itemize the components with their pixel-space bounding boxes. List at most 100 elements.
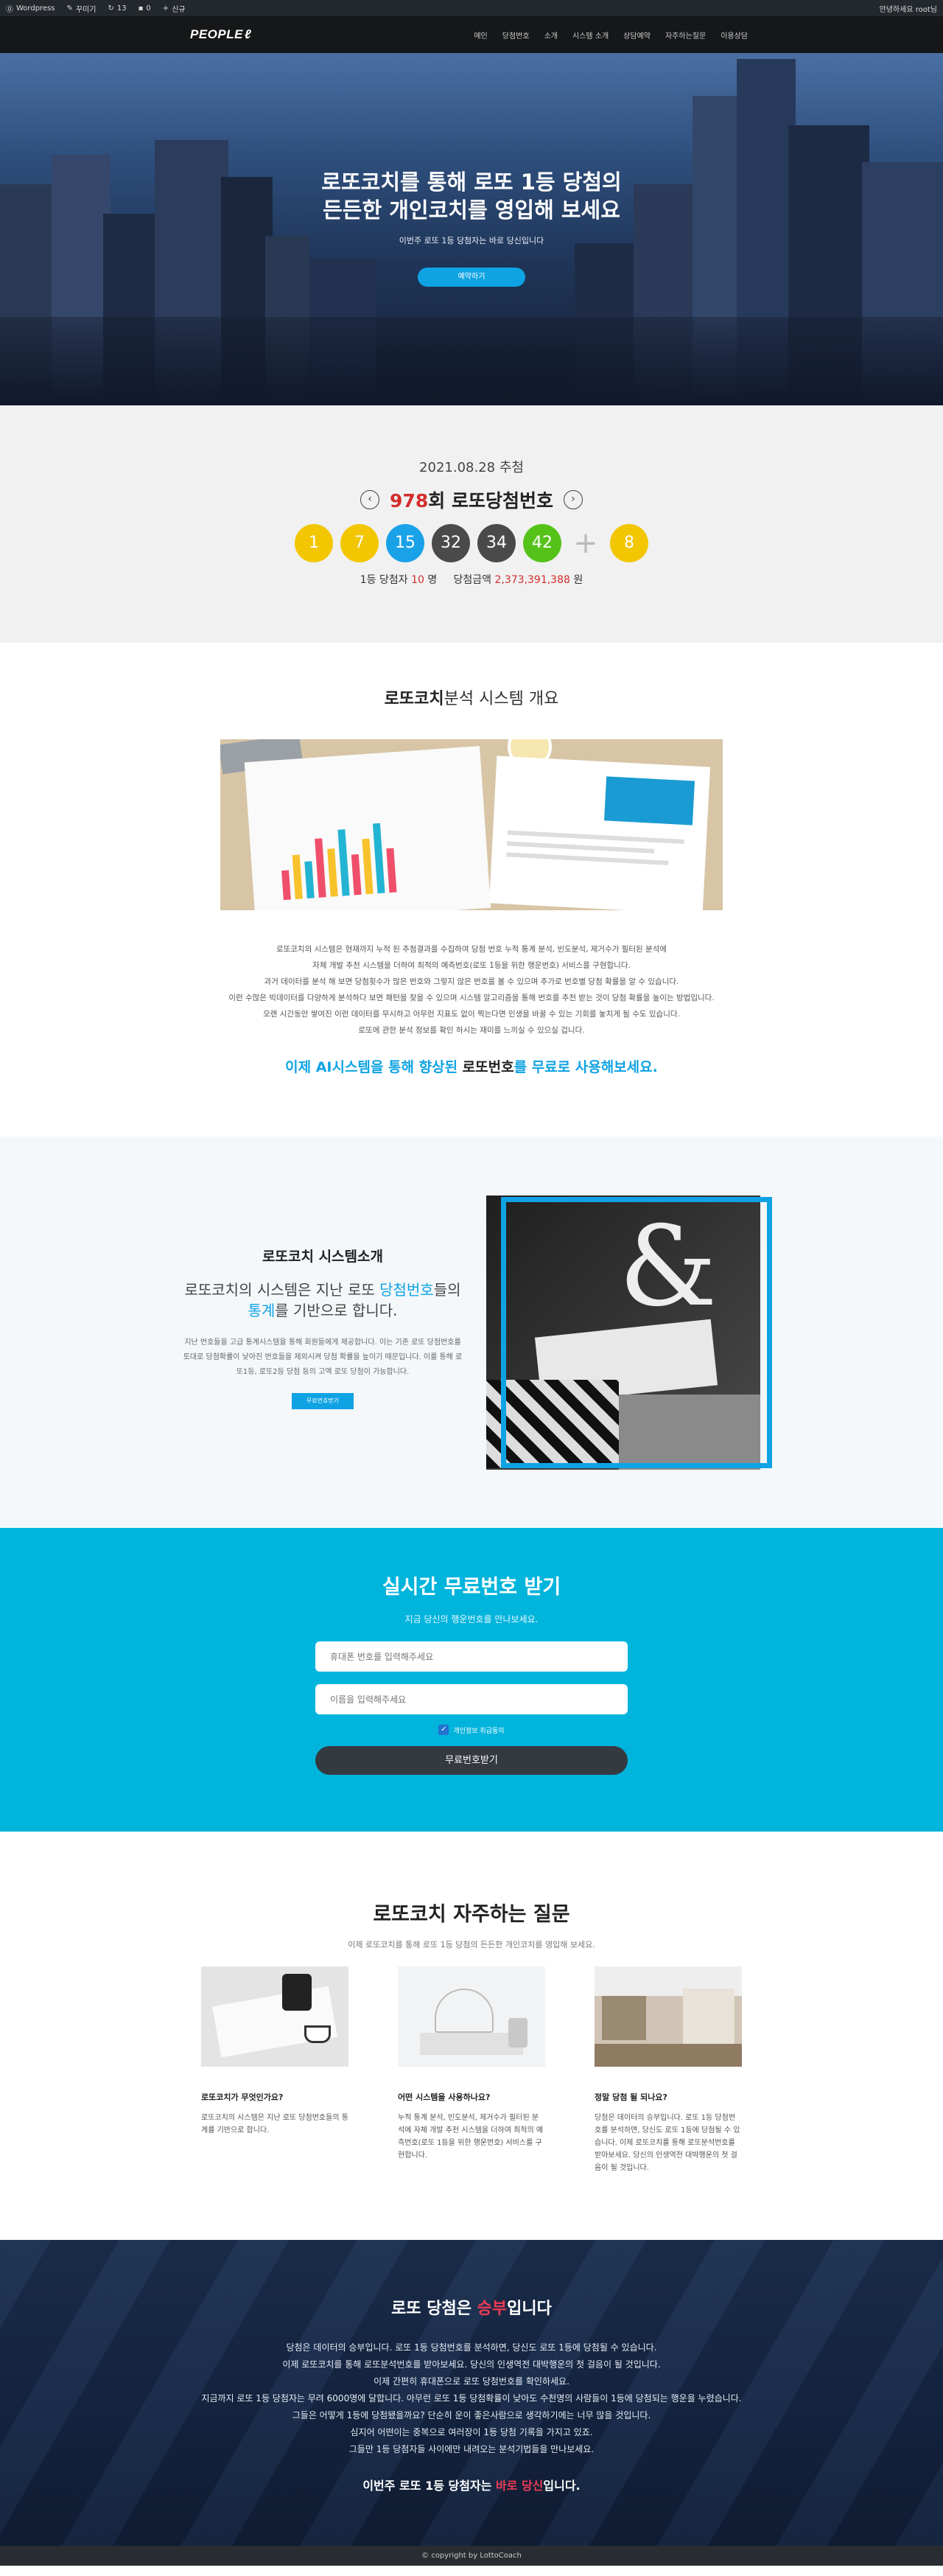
faq-subtitle: 이제 로또코치를 통해 로또 1등 당첨의 든든한 개인코치를 영입해 보세요. <box>348 1940 595 1950</box>
final-part-b: 바로 당신 <box>495 2479 544 2493</box>
faq-item: 어떤 시스템을 사용하나요? 누적 통계 분석, 빈도분석, 제거수가 필터된 … <box>398 1966 545 2174</box>
user-account-link[interactable]: 안녕하세요 root님 <box>880 3 937 14</box>
closing-section: 로또 당첨은 승부입니다 당첨은 데이터의 승부입니다. 로또 1등 당첨번호를… <box>0 2240 943 2546</box>
menu-item-about[interactable]: 소개 <box>537 29 565 41</box>
submit-button[interactable]: 무료번호받기 <box>315 1746 628 1775</box>
menu-item-consult[interactable]: 이용상담 <box>713 29 755 41</box>
lead-part-a: 로또코치의 시스템은 지난 로또 <box>184 1281 380 1299</box>
final-part-c: 입니다. <box>543 2479 581 2493</box>
image-frame <box>501 1197 772 1468</box>
round-title: 978회 로또당첨번호 <box>390 486 553 513</box>
closing-line: 당첨은 데이터의 승부입니다. 로또 1등 당첨번호를 분석하면, 당신도 로또… <box>286 2342 657 2353</box>
customize-link[interactable]: ✎ 꾸미기 <box>67 3 97 14</box>
updates-count: 13 <box>116 4 127 13</box>
closing-final: 이번주 로또 1등 당첨자는 바로 당신입니다. <box>0 2476 943 2493</box>
reserve-button[interactable]: 예약하기 <box>418 268 525 287</box>
faq-question: 어떤 시스템을 사용하나요? <box>398 2092 491 2102</box>
bonus-ball: 8 <box>610 524 648 562</box>
intro-title: 로또코치 시스템소개 <box>262 1249 383 1265</box>
phone-input[interactable] <box>315 1641 628 1672</box>
plus-icon: + <box>162 4 169 13</box>
closing-line: 그들은 어떻게 1등에 당첨됐을까요? 단순히 운이 좋은사람으로 생각하기에는… <box>292 2410 651 2420</box>
tagline-part-a: 이제 AI시스템을 통해 향상된 <box>285 1059 463 1075</box>
consent-label: 개인정보 취급동의 <box>453 1727 505 1735</box>
copyright-text: © copyright by LottoCoach <box>421 2552 522 2560</box>
closing-title-a: 로또 당첨은 <box>391 2300 477 2318</box>
ball-row: 1 7 15 32 34 42 + 8 <box>0 524 943 562</box>
winning-numbers-section: 2021.08.28 추첨 ‹ 978회 로또당첨번호 › 1 7 15 32 … <box>0 405 943 643</box>
tagline-part-b: 로또번호 <box>462 1059 514 1075</box>
chevron-left-icon[interactable]: ‹ <box>360 490 380 509</box>
draw-date: 2021.08.28 추첨 <box>419 460 524 475</box>
menu-item-winning-numbers[interactable]: 당첨번호 <box>495 29 537 41</box>
round-number: 978 <box>390 490 429 512</box>
overview-title-rest: 분석 시스템 개요 <box>444 690 559 708</box>
prize-label: 당첨금액 <box>453 574 492 586</box>
lotto-ball: 7 <box>340 524 379 562</box>
overview-line: 로또에 관한 분석 정보를 확인 하시는 재미를 느끼실 수 있으실 겁니다. <box>358 1026 585 1035</box>
closing-content: 로또 당첨은 승부입니다 당첨은 데이터의 승부입니다. 로또 1등 당첨번호를… <box>0 2295 943 2493</box>
faq-columns: 로또코치가 무엇인가요? 로또코치의 시스템은 지난 로또 당첨번호들의 통계를… <box>0 1966 943 2174</box>
updates-link[interactable]: ↻ 13 <box>108 4 127 13</box>
free-number-button[interactable]: 무료번호받기 <box>292 1393 354 1409</box>
lotto-ball: 34 <box>477 524 516 562</box>
closing-line: 이제 로또코치를 통해 로또분석번호를 받아보세요. 당신의 인생역전 대박행운… <box>282 2359 661 2370</box>
hero-title: 로또코치를 통해 로또 1등 당첨의든든한 개인코치를 영입해 보세요 <box>0 168 943 224</box>
lotto-ball: 15 <box>386 524 424 562</box>
hero-title-line1: 로또코치를 통해 로또 1등 당첨의 <box>321 170 622 195</box>
brush-icon: ✎ <box>66 4 73 13</box>
menu-item-main[interactable]: 메인 <box>466 29 494 41</box>
menu-item-system[interactable]: 시스템 소개 <box>565 29 616 41</box>
closing-line: 이제 간편히 휴대폰으로 로또 당첨번호를 확인하세요. <box>374 2376 569 2387</box>
final-part-a: 이번주 로또 1등 당첨자는 <box>362 2479 496 2493</box>
lead-part-e: 를 기반으로 합니다. <box>275 1302 398 1319</box>
system-intro-section: 로또코치 시스템소개 로또코치의 시스템은 지난 로또 당첨번호들의 통계를 기… <box>0 1137 943 1528</box>
prize-amount: 2,373,391,388 <box>494 574 570 586</box>
hero-subtitle: 이번주 로또 1등 당첨자는 바로 당신입니다 <box>399 236 544 245</box>
menu-item-faq[interactable]: 자주하는질문 <box>658 29 713 41</box>
lead-part-b: 당첨번호 <box>379 1281 434 1299</box>
intro-lead: 로또코치의 시스템은 지난 로또 당첨번호들의 통계를 기반으로 합니다. <box>183 1280 463 1321</box>
wordpress-menu[interactable]: ⓪ Wordpress <box>6 3 55 14</box>
logo-text: PEOPLE <box>190 27 243 41</box>
new-content-link[interactable]: + 신규 <box>163 3 186 14</box>
menu-item-booking[interactable]: 상담예약 <box>616 29 658 41</box>
closing-title: 로또 당첨은 승부입니다 <box>0 2295 943 2319</box>
free-title: 실시간 무료번호 받기 <box>382 1576 561 1599</box>
round-selector: ‹ 978회 로또당첨번호 › <box>0 486 943 513</box>
site-logo[interactable]: PEOPLE ℓ <box>190 27 251 42</box>
intro-body: 지난 번호들을 고급 통계시스템을 통해 회원들에게 제공합니다. 이는 기존 … <box>183 1338 463 1376</box>
wordpress-label: Wordpress <box>16 4 55 13</box>
lead-part-d: 통계 <box>248 1302 276 1319</box>
overview-line: 자체 개발 추천 시스템을 더하여 최적의 예측번호(로또 1등을 위한 행운번… <box>312 961 631 970</box>
plus-icon: + <box>573 526 598 560</box>
comments-link[interactable]: ▪ 0 <box>139 4 151 13</box>
customize-label: 꾸미기 <box>75 5 97 14</box>
name-input[interactable] <box>315 1684 628 1714</box>
overview-line: 과거 데이터를 분석 해 보면 당첨횟수가 많은 번호와 그렇지 않은 번호를 … <box>264 977 679 986</box>
chevron-right-icon[interactable]: › <box>563 490 583 509</box>
new-label: 신규 <box>172 5 186 14</box>
consent-row: ✓ 개인정보 취급동의 <box>0 1725 943 1735</box>
consent-checkbox[interactable]: ✓ <box>438 1725 449 1735</box>
overview-line: 로또코치의 시스템은 현재까지 누적 된 추첨결과를 수집하여 당첨 번호 누적… <box>276 945 667 954</box>
lotto-ball: 1 <box>295 524 333 562</box>
overview-title: 로또코치분석 시스템 개요 <box>0 685 943 709</box>
hero-section: 로또코치를 통해 로또 1등 당첨의든든한 개인코치를 영입해 보세요 이번주 … <box>0 53 943 405</box>
winners-label: 1등 당첨자 <box>360 574 408 586</box>
faq-answer: 누적 통계 분석, 빈도분석, 제거수가 필터된 분석에 자체 개발 추천 시스… <box>398 2114 544 2160</box>
faq-question: 로또코치가 무엇인가요? <box>201 2092 284 2102</box>
closing-line: 지금까지 로또 1등 당첨자는 무려 6000명에 달합니다. 아무런 로또 1… <box>201 2393 742 2404</box>
faq-answer: 로또코치의 시스템은 지난 로또 당첨번호들의 통계를 기반으로 합니다. <box>201 2114 348 2135</box>
closing-body: 당첨은 데이터의 승부입니다. 로또 1등 당첨번호를 분석하면, 당신도 로또… <box>0 2339 943 2458</box>
workspace-image <box>398 1966 545 2067</box>
hero-title-line2: 든든한 개인코치를 영입해 보세요 <box>323 198 620 223</box>
faq-item: 로또코치가 무엇인가요? 로또코치의 시스템은 지난 로또 당첨번호들의 통계를… <box>201 1966 348 2174</box>
admin-bar: ⓪ Wordpress ✎ 꾸미기 ↻ 13 ▪ 0 + 신규 안녕하세요 ro… <box>0 0 943 16</box>
lead-part-c: 들의 <box>433 1281 461 1299</box>
overview-title-bold: 로또코치 <box>384 690 444 708</box>
lotto-ball: 42 <box>523 524 561 562</box>
overview-section: 로또코치분석 시스템 개요 로또코치의 시스템은 현재까지 누적 된 추첨결과를… <box>0 643 943 1137</box>
prize-unit: 원 <box>573 574 583 586</box>
office-desk-image <box>201 1966 348 2067</box>
